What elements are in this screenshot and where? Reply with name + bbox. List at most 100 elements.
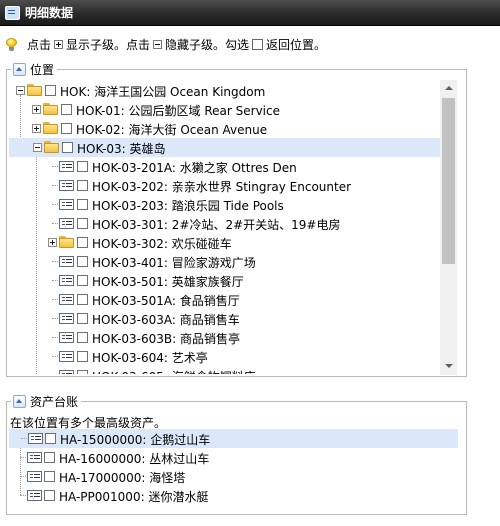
location-node-label: HOK-03: 英雄岛 — [77, 142, 166, 156]
location-node-label: HOK-02: 海洋大街 Ocean Avenue — [76, 123, 268, 137]
tree-connector-line — [20, 495, 26, 496]
node-checkbox[interactable] — [61, 123, 72, 134]
node-checkbox[interactable] — [77, 180, 88, 191]
location-tree-node[interactable]: HOK-03-302: 欢乐碰碰车 — [8, 233, 438, 252]
tree-connector-line — [20, 457, 26, 458]
location-tree-node[interactable]: HOK: 海洋王国公园 Ocean Kingdom — [8, 81, 438, 100]
location-node-label: HOK-03-501: 英雄家族餐厅 — [92, 275, 244, 289]
location-tree-node[interactable]: HOK-01: 公园后勤区域 Rear Service — [8, 100, 438, 119]
location-tree-node[interactable]: HOK-03-603B: 商品销售亭 — [8, 328, 438, 347]
hint-text-hide: 隐藏子级。勾选 — [165, 37, 250, 52]
node-checkbox[interactable] — [44, 452, 55, 463]
location-tree-node[interactable]: HOK-03-501: 英雄家族餐厅 — [8, 271, 438, 290]
collapse-panel-icon[interactable] — [13, 63, 26, 76]
location-node-label: HOK-03-603A: 商品销售车 — [92, 313, 240, 327]
location-tree-node[interactable]: HOK-03-501A: 食品销售厅 — [8, 290, 438, 309]
location-node-label: HOK-03-203: 踏浪乐园 Tide Pools — [92, 199, 284, 213]
location-node-label: HOK-01: 公园后勤区域 Rear Service — [76, 104, 280, 118]
node-checkbox[interactable] — [77, 199, 88, 210]
folder-icon — [27, 84, 43, 96]
asset-record-icon — [59, 218, 74, 229]
node-checkbox[interactable] — [77, 332, 88, 343]
asset-panel-legend: 资产台账 — [11, 393, 82, 410]
asset-node-label: HA-16000000: 丛林过山车 — [59, 452, 210, 466]
location-tree-node[interactable]: HOK-03-201A: 水獭之家 Ottres Den — [8, 157, 438, 176]
node-checkbox[interactable] — [62, 142, 73, 153]
scrollbar-thumb[interactable] — [442, 98, 455, 264]
folder-icon — [59, 236, 75, 248]
node-checkbox[interactable] — [77, 370, 88, 374]
collapse-icon — [153, 39, 163, 49]
folder-icon — [43, 122, 59, 134]
asset-record-icon — [27, 471, 42, 482]
location-tree-node[interactable]: HOK-03: 英雄岛 — [9, 138, 440, 157]
location-tree-node[interactable]: HOK-03-202: 亲亲水世界 Stingray Encounter — [8, 176, 438, 195]
location-node-label: HOK-03-604: 艺术亭 — [92, 351, 208, 365]
scroll-down-arrow-icon[interactable] — [440, 358, 457, 375]
asset-record-icon — [59, 294, 74, 305]
asset-record-icon — [28, 433, 43, 444]
node-checkbox[interactable] — [77, 275, 88, 286]
asset-record-icon — [59, 180, 74, 191]
location-node-label: HOK-03-302: 欢乐碰碰车 — [92, 237, 232, 251]
node-checkbox[interactable] — [44, 490, 55, 501]
asset-node-label: HA-15000000: 企鹅过山车 — [60, 433, 211, 447]
asset-tree-node[interactable]: HA-16000000: 丛林过山车 — [8, 448, 457, 467]
asset-record-icon — [59, 351, 74, 362]
checkbox-icon — [252, 38, 264, 50]
node-checkbox[interactable] — [61, 104, 72, 115]
tree-connector-line — [21, 438, 27, 439]
collapse-node-icon[interactable] — [16, 86, 25, 95]
location-tree-node[interactable]: HOK-03-203: 踏浪乐园 Tide Pools — [8, 195, 438, 214]
location-tree-node[interactable]: HOK-03-605: 海鲜食物饲料店 — [8, 366, 438, 374]
location-node-label: HOK: 海洋王国公园 Ocean Kingdom — [60, 85, 266, 99]
hint-text-return: 返回位置。 — [266, 37, 327, 52]
location-node-label: HOK-03-603B: 商品销售亭 — [92, 332, 241, 346]
location-tree-node[interactable]: HOK-03-301: 2#冷站、2#开关站、19#电房 — [8, 214, 438, 233]
location-node-label: HOK-03-401: 冒险家游戏广场 — [92, 256, 256, 270]
hint-text-show: 显示子级。点击 — [66, 37, 151, 52]
node-checkbox[interactable] — [45, 85, 56, 96]
node-checkbox[interactable] — [77, 218, 88, 229]
asset-panel-title: 资产台账 — [30, 395, 79, 409]
collapse-node-icon[interactable] — [33, 143, 42, 152]
asset-node-label: HA-PP001000: 迷你潜水艇 — [59, 490, 209, 504]
expand-node-icon[interactable] — [48, 238, 57, 247]
node-checkbox[interactable] — [77, 294, 88, 305]
hint-text-click: 点击 — [27, 37, 52, 52]
expand-icon — [54, 39, 64, 49]
location-tree-node[interactable]: HOK-02: 海洋大街 Ocean Avenue — [8, 119, 438, 138]
node-checkbox[interactable] — [44, 471, 55, 482]
expand-node-icon[interactable] — [32, 124, 41, 133]
location-tree-node[interactable]: HOK-03-603A: 商品销售车 — [8, 309, 438, 328]
asset-record-icon — [27, 490, 42, 501]
asset-record-icon — [59, 313, 74, 324]
asset-tree-node[interactable]: HA-15000000: 企鹅过山车 — [9, 429, 458, 448]
location-tree-node[interactable]: HOK-03-401: 冒险家游戏广场 — [8, 252, 438, 271]
node-checkbox[interactable] — [77, 256, 88, 267]
node-checkbox[interactable] — [77, 161, 88, 172]
asset-record-icon — [59, 370, 74, 374]
asset-tree-node[interactable]: HA-17000000: 海怪塔 — [8, 467, 457, 486]
location-node-label: HOK-03-201A: 水獭之家 Ottres Den — [92, 161, 297, 175]
asset-tree-node[interactable]: HA-PP001000: 迷你潜水艇 — [8, 486, 457, 505]
asset-node-label: HA-17000000: 海怪塔 — [59, 471, 186, 485]
location-node-label: HOK-03-501A: 食品销售厅 — [92, 294, 240, 308]
node-checkbox[interactable] — [77, 237, 88, 248]
location-panel-title: 位置 — [30, 63, 55, 77]
scroll-up-arrow-icon[interactable] — [440, 80, 457, 97]
collapse-panel-icon[interactable] — [13, 395, 26, 408]
details-panel-icon — [5, 5, 20, 20]
node-checkbox[interactable] — [77, 351, 88, 362]
folder-icon — [43, 103, 59, 115]
asset-record-icon — [59, 275, 74, 286]
location-tree-node[interactable]: HOK-03-604: 艺术亭 — [8, 347, 438, 366]
location-tree-scrollbar[interactable] — [440, 80, 457, 375]
location-panel-legend: 位置 — [11, 61, 58, 78]
window-title: 明细数据 — [25, 6, 74, 20]
node-checkbox[interactable] — [77, 313, 88, 324]
asset-record-icon — [59, 256, 74, 267]
node-checkbox[interactable] — [45, 433, 56, 444]
hint-bar: 点击 显示子级。点击 隐藏子级。勾选 返回位置。 — [6, 34, 326, 54]
expand-node-icon[interactable] — [32, 105, 41, 114]
